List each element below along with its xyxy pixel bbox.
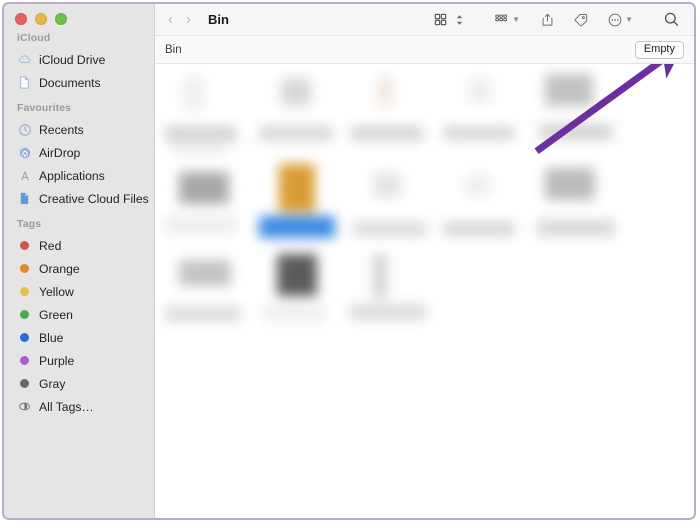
- creative-cloud-icon: [17, 191, 32, 206]
- maximize-button[interactable]: [55, 13, 67, 25]
- sidebar-item-airdrop[interactable]: AirDrop: [4, 141, 154, 164]
- sidebar-item-tag-red[interactable]: Red: [4, 234, 154, 257]
- all-tags-icon: [17, 399, 32, 414]
- sidebar-section-title-icloud: iCloud: [17, 32, 51, 44]
- share-icon[interactable]: [540, 12, 555, 28]
- breadcrumb: Bin: [165, 43, 182, 56]
- chevron-right-icon[interactable]: ›: [186, 12, 191, 27]
- sidebar-item-label: Documents: [39, 75, 101, 90]
- sidebar-item-label: Blue: [39, 330, 64, 345]
- icloud-drive-icon: [17, 52, 32, 67]
- sidebar-section-icloud: iCloud iCloud Drive Documents: [4, 32, 154, 94]
- sidebar-section-title-tags: Tags: [17, 218, 42, 230]
- group-by-icon[interactable]: [494, 12, 510, 27]
- close-button[interactable]: [15, 13, 27, 25]
- clock-icon: [17, 122, 32, 137]
- tag-dot-icon: [17, 261, 32, 276]
- sidebar-item-label: Yellow: [39, 284, 74, 299]
- sidebar-item-all-tags[interactable]: All Tags…: [4, 395, 154, 418]
- chevron-down-icon[interactable]: ▼: [625, 15, 633, 24]
- tag-dot-icon: [17, 284, 32, 299]
- applications-icon: [17, 168, 32, 183]
- main-area: ‹ › Bin ▼ ▼ Bin Empty: [155, 4, 694, 518]
- sidebar-section-title-favourites: Favourites: [17, 102, 72, 114]
- sidebar-item-label: Red: [39, 238, 62, 253]
- sidebar-item-tag-purple[interactable]: Purple: [4, 349, 154, 372]
- group-by-control[interactable]: ▼: [494, 12, 520, 27]
- tag-dot-icon: [17, 238, 32, 253]
- minimize-button[interactable]: [35, 13, 47, 25]
- icon-view-control[interactable]: [433, 12, 464, 27]
- file-grid: [155, 64, 694, 518]
- empty-bin-button[interactable]: Empty: [634, 40, 684, 59]
- sidebar-item-tag-yellow[interactable]: Yellow: [4, 280, 154, 303]
- sidebar-item-documents[interactable]: Documents: [4, 71, 154, 94]
- sidebar: iCloud iCloud Drive Documents Favourites…: [4, 4, 155, 518]
- toolbar: ‹ › Bin ▼ ▼: [155, 4, 694, 36]
- more-ellipsis-icon[interactable]: [607, 12, 623, 28]
- finder-window: iCloud iCloud Drive Documents Favourites…: [2, 2, 696, 520]
- tag-dot-icon: [17, 353, 32, 368]
- sidebar-item-label: Orange: [39, 261, 80, 276]
- sidebar-item-label: Creative Cloud Files: [39, 191, 149, 206]
- chevron-down-icon[interactable]: ▼: [512, 15, 520, 24]
- tag-dot-icon: [17, 307, 32, 322]
- sidebar-item-label: Recents: [39, 122, 84, 137]
- sidebar-item-label: AirDrop: [39, 145, 81, 160]
- sidebar-item-label: Gray: [39, 376, 66, 391]
- tag-dot-icon: [17, 330, 32, 345]
- chevron-updown-icon[interactable]: [455, 13, 464, 27]
- icon-view-icon[interactable]: [433, 12, 448, 27]
- search-icon[interactable]: [663, 11, 680, 28]
- sidebar-item-tag-green[interactable]: Green: [4, 303, 154, 326]
- chevron-left-icon[interactable]: ‹: [168, 12, 173, 27]
- documents-icon: [17, 75, 32, 90]
- sidebar-section-tags: Tags Red Orange Yellow Green Blue Purple…: [4, 218, 154, 418]
- sidebar-item-tag-orange[interactable]: Orange: [4, 257, 154, 280]
- sidebar-item-label: Green: [39, 307, 73, 322]
- sidebar-item-creative-cloud-files[interactable]: Creative Cloud Files: [4, 187, 154, 210]
- sidebar-item-icloud-drive[interactable]: iCloud Drive: [4, 48, 154, 71]
- sidebar-item-recents[interactable]: Recents: [4, 118, 154, 141]
- sidebar-item-applications[interactable]: Applications: [4, 164, 154, 187]
- sidebar-item-label: iCloud Drive: [39, 52, 106, 67]
- sidebar-item-tag-gray[interactable]: Gray: [4, 372, 154, 395]
- window-controls: [4, 4, 154, 32]
- tag-icon[interactable]: [573, 12, 589, 28]
- navigation-arrows: ‹ ›: [168, 12, 191, 27]
- sidebar-item-label: Applications: [39, 168, 105, 183]
- sidebar-item-label: All Tags…: [39, 399, 94, 414]
- airdrop-icon: [17, 145, 32, 160]
- sidebar-item-tag-blue[interactable]: Blue: [4, 326, 154, 349]
- page-title: Bin: [208, 12, 229, 27]
- tag-dot-icon: [17, 376, 32, 391]
- sidebar-item-label: Purple: [39, 353, 75, 368]
- more-options-control[interactable]: ▼: [607, 12, 633, 28]
- sidebar-section-favourites: Favourites Recents AirDrop Applications …: [4, 102, 154, 210]
- file-browser-content[interactable]: [155, 64, 694, 518]
- path-bar: Bin Empty: [155, 36, 694, 64]
